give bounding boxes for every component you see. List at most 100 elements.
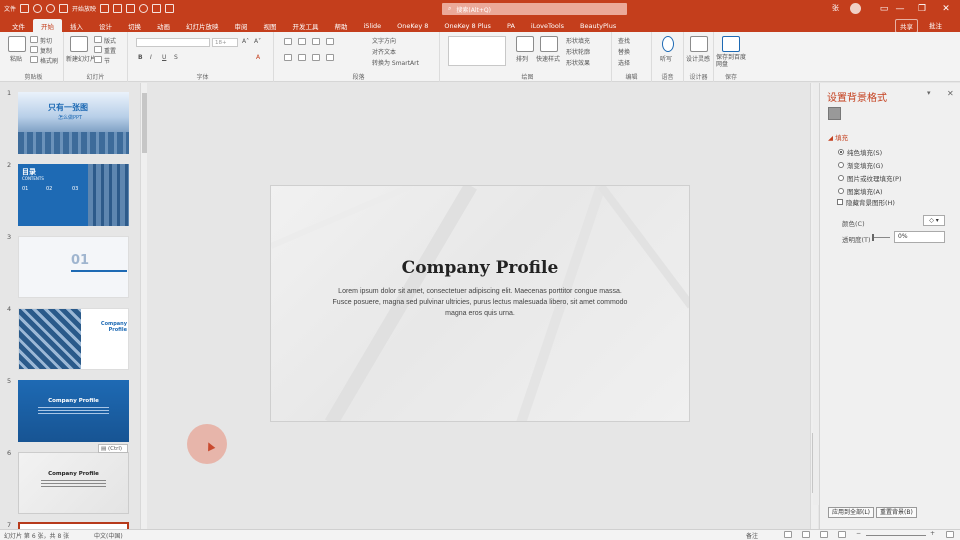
shape-effects-label[interactable]: 形状效果 <box>566 58 590 67</box>
pane-close-icon[interactable]: ✕ <box>947 89 954 98</box>
radio-button[interactable] <box>838 149 844 155</box>
transparency-input[interactable]: 0% <box>894 231 945 243</box>
qat-slideshow-label[interactable]: 开始放映 <box>72 4 96 13</box>
copy-icon[interactable] <box>30 46 38 53</box>
layout-icon[interactable] <box>94 36 102 43</box>
search-box[interactable]: ⌕ 搜索(Alt+Q) <box>442 3 627 15</box>
ribbon-tab[interactable]: 审阅 <box>227 19 256 32</box>
slide-thumb-3[interactable]: 01 <box>18 236 129 298</box>
ribbon-tab[interactable]: 帮助 <box>327 19 356 32</box>
slide-thumb-5[interactable]: Company Profile <box>18 380 129 442</box>
cloud-save-icon[interactable] <box>722 36 740 52</box>
table-icon[interactable] <box>152 4 162 13</box>
select-label[interactable]: 选择 <box>618 58 630 67</box>
radio-button[interactable] <box>838 162 844 168</box>
more-icon[interactable] <box>165 4 175 13</box>
cut-label[interactable]: 剪切 <box>40 36 52 45</box>
paste-options-tag[interactable]: ▤ (Ctrl) <box>98 444 128 453</box>
color-picker-button[interactable]: ◇ ▾ <box>923 215 945 226</box>
zoom-out-icon[interactable]: − <box>856 530 861 537</box>
gradient-fill-option[interactable]: 渐变填充(G) <box>838 160 883 170</box>
paste-label[interactable]: 粘贴 <box>10 54 22 63</box>
thumbnail-scrollbar[interactable] <box>140 83 147 529</box>
pane-menu-icon[interactable]: ▾ <box>927 89 931 97</box>
ribbon-tab[interactable]: OneKey 8 <box>389 19 436 32</box>
align-center-icon[interactable] <box>298 54 306 61</box>
slide-thumb-6[interactable]: Company Profile <box>18 452 129 514</box>
slide-thumb-2[interactable]: 目录 CONTENTS 01 02 03 <box>18 164 129 226</box>
section-label[interactable]: 节 <box>104 56 110 65</box>
qat-file[interactable]: 文件 <box>4 4 16 13</box>
shapes-gallery[interactable] <box>448 36 506 66</box>
radio-button[interactable] <box>838 188 844 194</box>
ribbon-tab[interactable]: BeautyPlus <box>572 19 624 32</box>
reading-view-icon[interactable] <box>820 531 828 538</box>
align-left-icon[interactable] <box>284 54 292 61</box>
hide-background-graphics-option[interactable]: 隐藏背景图形(H) <box>837 197 895 207</box>
design-ideas-label[interactable]: 设计灵感 <box>686 54 710 63</box>
checkbox[interactable] <box>837 199 843 205</box>
comments-button[interactable]: 批注 <box>926 19 945 31</box>
numbering-icon[interactable] <box>298 38 306 45</box>
save-to-cloud-label[interactable]: 保存到百度网盘 <box>716 54 748 68</box>
shapes-icon[interactable] <box>126 4 136 13</box>
notes-button[interactable]: 备注 <box>746 531 758 540</box>
copy-label[interactable]: 复制 <box>40 46 52 55</box>
slideshow-icon[interactable] <box>59 4 69 13</box>
font-color-button[interactable]: A <box>256 54 260 61</box>
shrink-font-icon[interactable]: A˅ <box>254 38 261 45</box>
user-name[interactable]: 张 <box>832 3 839 13</box>
fill-section-header[interactable]: ◢ 填充 <box>828 132 848 142</box>
arrange-label[interactable]: 排列 <box>516 54 528 63</box>
section-icon[interactable] <box>94 56 102 63</box>
slide-title[interactable]: Company Profile <box>271 258 689 278</box>
italic-button[interactable]: I <box>150 54 152 61</box>
find-label[interactable]: 查找 <box>618 36 630 45</box>
record-icon[interactable] <box>139 4 149 13</box>
indent-increase-icon[interactable] <box>326 38 334 45</box>
avatar[interactable] <box>850 3 861 14</box>
ribbon-tab[interactable]: 文件 <box>4 19 33 32</box>
arrange-icon[interactable] <box>516 36 534 52</box>
save-icon[interactable] <box>20 4 30 13</box>
reset-icon[interactable] <box>94 46 102 53</box>
ribbon-tab[interactable]: 动画 <box>149 19 178 32</box>
slide-thumb-1[interactable]: 只有一张图 怎么做PPT <box>18 92 129 154</box>
normal-view-icon[interactable] <box>784 531 792 538</box>
font-size-combo[interactable]: 18+ <box>212 38 238 47</box>
grow-font-icon[interactable]: A˄ <box>242 38 249 45</box>
bullets-icon[interactable] <box>284 38 292 45</box>
smartart-label[interactable]: 转换为 SmartArt <box>372 58 419 67</box>
paste-icon[interactable] <box>8 36 26 52</box>
zoom-slider[interactable] <box>866 535 926 536</box>
justify-icon[interactable] <box>326 54 334 61</box>
text-direction-label[interactable]: 文字方向 <box>372 36 396 45</box>
apply-to-all-button[interactable]: 应用到全部(L) <box>828 507 875 518</box>
underline-button[interactable]: U <box>162 54 166 61</box>
ribbon-tab[interactable]: iSlide <box>356 19 390 32</box>
align-right-icon[interactable] <box>312 54 320 61</box>
font-name-combo[interactable] <box>136 38 210 47</box>
transparency-slider[interactable] <box>872 237 890 238</box>
designer-icon[interactable] <box>690 36 708 52</box>
microphone-icon[interactable] <box>662 36 674 52</box>
strike-button[interactable]: S <box>174 54 178 61</box>
shape-outline-label[interactable]: 形状轮廓 <box>566 47 590 56</box>
quick-styles-icon[interactable] <box>540 36 558 52</box>
zoom-in-icon[interactable]: + <box>930 530 935 537</box>
solid-fill-option[interactable]: 纯色填充(S) <box>838 147 882 157</box>
format-painter-icon[interactable] <box>100 4 110 13</box>
slide-sorter-icon[interactable] <box>802 531 810 538</box>
indent-decrease-icon[interactable] <box>312 38 320 45</box>
share-button[interactable]: 共享 <box>895 19 918 33</box>
ribbon-tab[interactable]: OneKey 8 Plus <box>436 19 499 32</box>
align-text-label[interactable]: 对齐文本 <box>372 47 396 56</box>
bold-button[interactable]: B <box>138 54 143 61</box>
undo-icon[interactable] <box>33 4 43 13</box>
replace-label[interactable]: 替换 <box>618 47 630 56</box>
format-painter-label[interactable]: 格式刷 <box>40 56 58 65</box>
current-slide[interactable]: Company Profile Lorem ipsum dolor sit am… <box>270 185 690 422</box>
close-button[interactable]: ✕ <box>932 0 960 17</box>
slideshow-view-icon[interactable] <box>838 531 846 538</box>
ribbon-tab[interactable]: 设计 <box>91 19 120 32</box>
